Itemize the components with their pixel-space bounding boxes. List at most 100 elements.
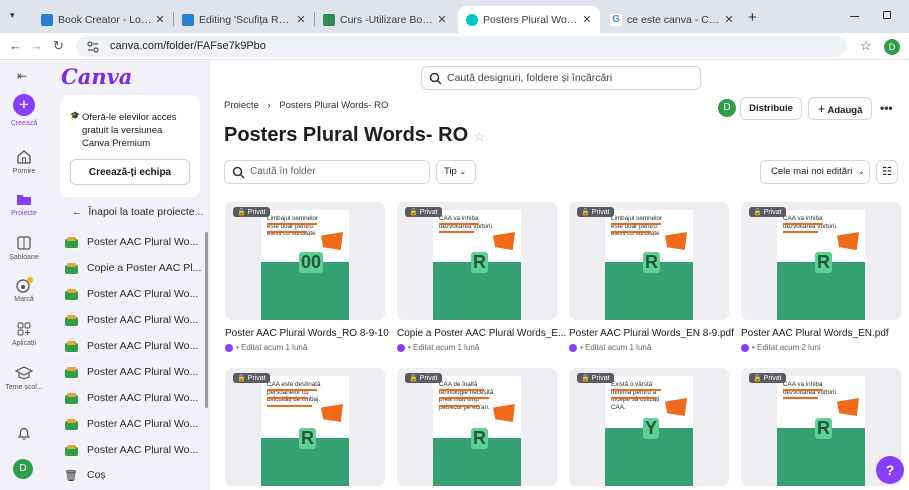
type-filter-dropdown[interactable]: Tip ⌄: [436, 160, 476, 184]
close-icon[interactable]: ✕: [580, 13, 594, 26]
new-tab-button[interactable]: +: [748, 9, 757, 26]
left-rail: ⇤ + Creează Pornire Proiecte Șabloane Ma…: [0, 61, 48, 490]
design-meta: • Editat acum 2 luni: [741, 343, 821, 352]
restore-icon[interactable]: [883, 11, 891, 19]
folder-icon: [64, 261, 79, 275]
rail-apps[interactable]: Aplicații: [0, 321, 48, 347]
panel-item[interactable]: Poster AAC Plural Wo...: [64, 229, 204, 255]
create-team-button[interactable]: Creează-ți echipa: [70, 159, 190, 185]
design-thumbnail[interactable]: Limbajul semnelor este doar pentru elevi…: [225, 202, 385, 320]
design-title[interactable]: Poster AAC Plural Words_EN 8-9.pdf: [569, 328, 744, 339]
tab-curs[interactable]: Curs -Utilizare Book Creator (2) ✕: [315, 6, 455, 33]
collapse-sidebar-icon[interactable]: ⇤: [17, 69, 27, 83]
design-thumbnail[interactable]: Există o vârstă minimă pentru a începe s…: [569, 368, 729, 486]
poster-text: CAA este destinată persoanelor cu dificu…: [267, 381, 321, 403]
panel-item[interactable]: Poster AAC Plural Wo...: [64, 385, 204, 411]
trash-icon: 🗑: [64, 469, 78, 482]
url-field[interactable]: canva.com/folder/FAFse7k9Pbo: [76, 36, 846, 57]
private-badge: 🔒 Privat: [749, 373, 786, 383]
folder-icon: [64, 365, 79, 379]
graduation-cap-icon: [15, 366, 33, 380]
folder-title: Posters Plural Words- RO: [224, 124, 469, 146]
breadcrumb-projects[interactable]: Proiecte: [224, 100, 259, 111]
canva-logo[interactable]: Canva: [61, 64, 132, 89]
edited-time: • Editat acum 1 lună: [408, 343, 480, 352]
design-thumbnail[interactable]: CAA va inhiba dezvoltarea vorbirii. R 🔒 …: [397, 202, 557, 320]
close-icon[interactable]: ✕: [153, 13, 167, 26]
poster-preview: Limbajul semnelor este doar pentru elevi…: [261, 210, 349, 320]
poster-preview: CAA va inhiba dezvoltarea vorbirii. R: [433, 210, 521, 320]
poster-preview: CAA va inhiba dezvoltarea vorbirii. R: [777, 376, 865, 486]
collaborator-avatar[interactable]: D: [718, 99, 736, 117]
design-thumbnail[interactable]: CAA este destinată persoanelor cu dificu…: [225, 368, 385, 486]
rail-projects[interactable]: Proiecte: [0, 191, 48, 217]
close-icon[interactable]: ✕: [722, 13, 736, 26]
global-search-input[interactable]: Caută designuri, foldere și încărcări: [421, 66, 701, 90]
design-thumbnail[interactable]: CAA va inhiba dezvoltarea vorbirii. R 🔒 …: [741, 202, 901, 320]
user-avatar[interactable]: D: [13, 459, 33, 479]
badge-label: Privat: [247, 209, 266, 216]
google-favicon: G: [610, 13, 622, 26]
panel-item[interactable]: Poster AAC Plural Wo...: [64, 281, 204, 307]
back-arrow-icon[interactable]: ←: [9, 38, 22, 53]
chevron-right-icon: ›: [267, 100, 271, 111]
design-title[interactable]: Copie a Poster AAC Plural Words_E...: [397, 328, 572, 339]
panel-item[interactable]: Poster AAC Plural Wo...: [64, 307, 204, 333]
minimize-icon[interactable]: [850, 16, 859, 17]
rail-home[interactable]: Pornire: [0, 149, 48, 175]
panel-item-label: Poster AAC Plural Wo...: [87, 236, 199, 248]
panel-item[interactable]: Poster AAC Plural Wo...: [64, 437, 204, 463]
chevron-down-icon: ⌄: [459, 167, 467, 176]
tab-search-icon[interactable]: ▾: [10, 10, 22, 22]
more-options-icon[interactable]: •••: [880, 101, 893, 115]
poster-text: Limbajul semnelor este doar pentru elevi…: [267, 215, 319, 237]
design-thumbnail[interactable]: CAA de înaltă tehnologie necesită prea m…: [397, 368, 557, 486]
design-thumbnail[interactable]: Limbajul semnelor este doar pentru elevi…: [569, 202, 729, 320]
list-view-button[interactable]: ☷: [876, 160, 898, 184]
tab-editing[interactable]: Editing 'Scufița Roșie: nivelul 2' ✕: [174, 6, 314, 33]
badge-label: Privat: [591, 375, 610, 382]
star-icon[interactable]: ☆: [474, 129, 486, 144]
trash-item[interactable]: 🗑 Coș: [64, 462, 204, 488]
rail-label: Aplicații: [11, 340, 37, 347]
edited-time: • Editat acum 1 lună: [580, 343, 652, 352]
back-to-projects-link[interactable]: ← Înapoi la toate proiecte...: [72, 206, 207, 218]
sort-dropdown[interactable]: Cele mai noi editări ⌄: [760, 160, 870, 184]
rail-create[interactable]: + Creează: [0, 94, 48, 127]
add-button[interactable]: + Adaugă: [808, 97, 872, 120]
profile-avatar[interactable]: D: [884, 39, 900, 55]
rail-templates[interactable]: Șabloane: [0, 235, 48, 261]
reload-icon[interactable]: ↻: [53, 38, 64, 54]
design-title[interactable]: Poster AAC Plural Words_EN.pdf: [741, 328, 909, 339]
notifications-bell-icon[interactable]: [16, 425, 32, 441]
tab-title: Curs -Utilizare Book Creator (2): [340, 13, 435, 26]
panel-item[interactable]: Copie a Poster AAC Pl...: [64, 255, 204, 281]
close-icon[interactable]: ✕: [435, 13, 449, 26]
design-title[interactable]: Poster AAC Plural Words_RO 8-9-10: [225, 328, 400, 339]
share-button[interactable]: Distribuie: [740, 97, 802, 120]
panel-item-label: Poster AAC Plural Wo...: [87, 444, 199, 456]
folder-search-input[interactable]: Caută în folder: [224, 160, 430, 184]
forward-arrow-icon[interactable]: →: [30, 38, 43, 53]
owner-icon: [741, 343, 749, 352]
help-button[interactable]: ?: [876, 456, 904, 484]
letters-character-icon: R: [471, 428, 488, 449]
tab-canva-active[interactable]: Posters Plural Words- RO – Canva ✕: [458, 6, 600, 33]
rail-school-themes[interactable]: Teme școl...: [0, 365, 48, 391]
rail-brand[interactable]: Marcă: [0, 277, 48, 303]
panel-scrollbar[interactable]: [205, 232, 208, 408]
graduation-cap-icon: 🎓: [70, 111, 80, 120]
close-icon[interactable]: ✕: [294, 13, 308, 26]
tab-google[interactable]: G ce este canva - Căutare Google ✕: [602, 6, 742, 33]
panel-item[interactable]: Poster AAC Plural Wo...: [64, 359, 204, 385]
sort-label: Cele mai noi editări: [771, 166, 853, 177]
panel-item[interactable]: Poster AAC Plural Wo...: [64, 411, 204, 437]
folder-search-placeholder: Caută în folder: [250, 166, 316, 177]
bookmark-star-icon[interactable]: ☆: [860, 38, 872, 54]
brand-icon: [16, 277, 33, 293]
letters-character-icon: R: [471, 252, 488, 273]
private-badge: 🔒 Privat: [405, 373, 442, 383]
tab-book-creator[interactable]: Book Creator - Love Learning - ✕: [33, 6, 173, 33]
site-info-icon[interactable]: [86, 40, 100, 54]
panel-item[interactable]: Poster AAC Plural Wo...: [64, 333, 204, 359]
